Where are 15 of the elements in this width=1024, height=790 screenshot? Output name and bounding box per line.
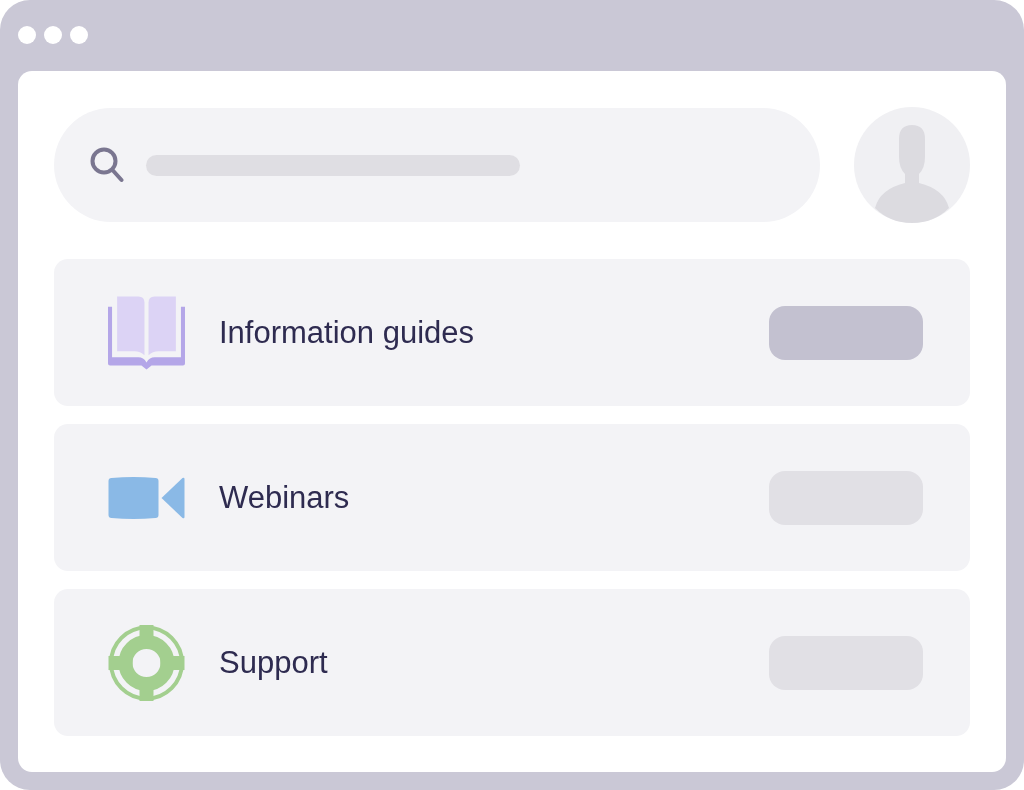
row-label: Webinars [219, 479, 351, 516]
action-button[interactable] [769, 305, 923, 360]
window-dot-icon [70, 26, 88, 44]
list-row[interactable]: Support [54, 589, 970, 736]
list-row[interactable]: Webinars [54, 424, 970, 571]
search-icon [90, 147, 124, 183]
list-row[interactable]: Information guides [54, 259, 970, 406]
row-label: Support [219, 644, 329, 681]
video-camera-icon [108, 476, 185, 519]
lifebuoy-icon [108, 624, 185, 701]
window-dot-icon [18, 26, 36, 44]
avatar-icon[interactable] [854, 107, 970, 223]
window-dot-icon [44, 26, 62, 44]
row-label: Information guides [219, 314, 476, 351]
book-icon [108, 294, 185, 371]
